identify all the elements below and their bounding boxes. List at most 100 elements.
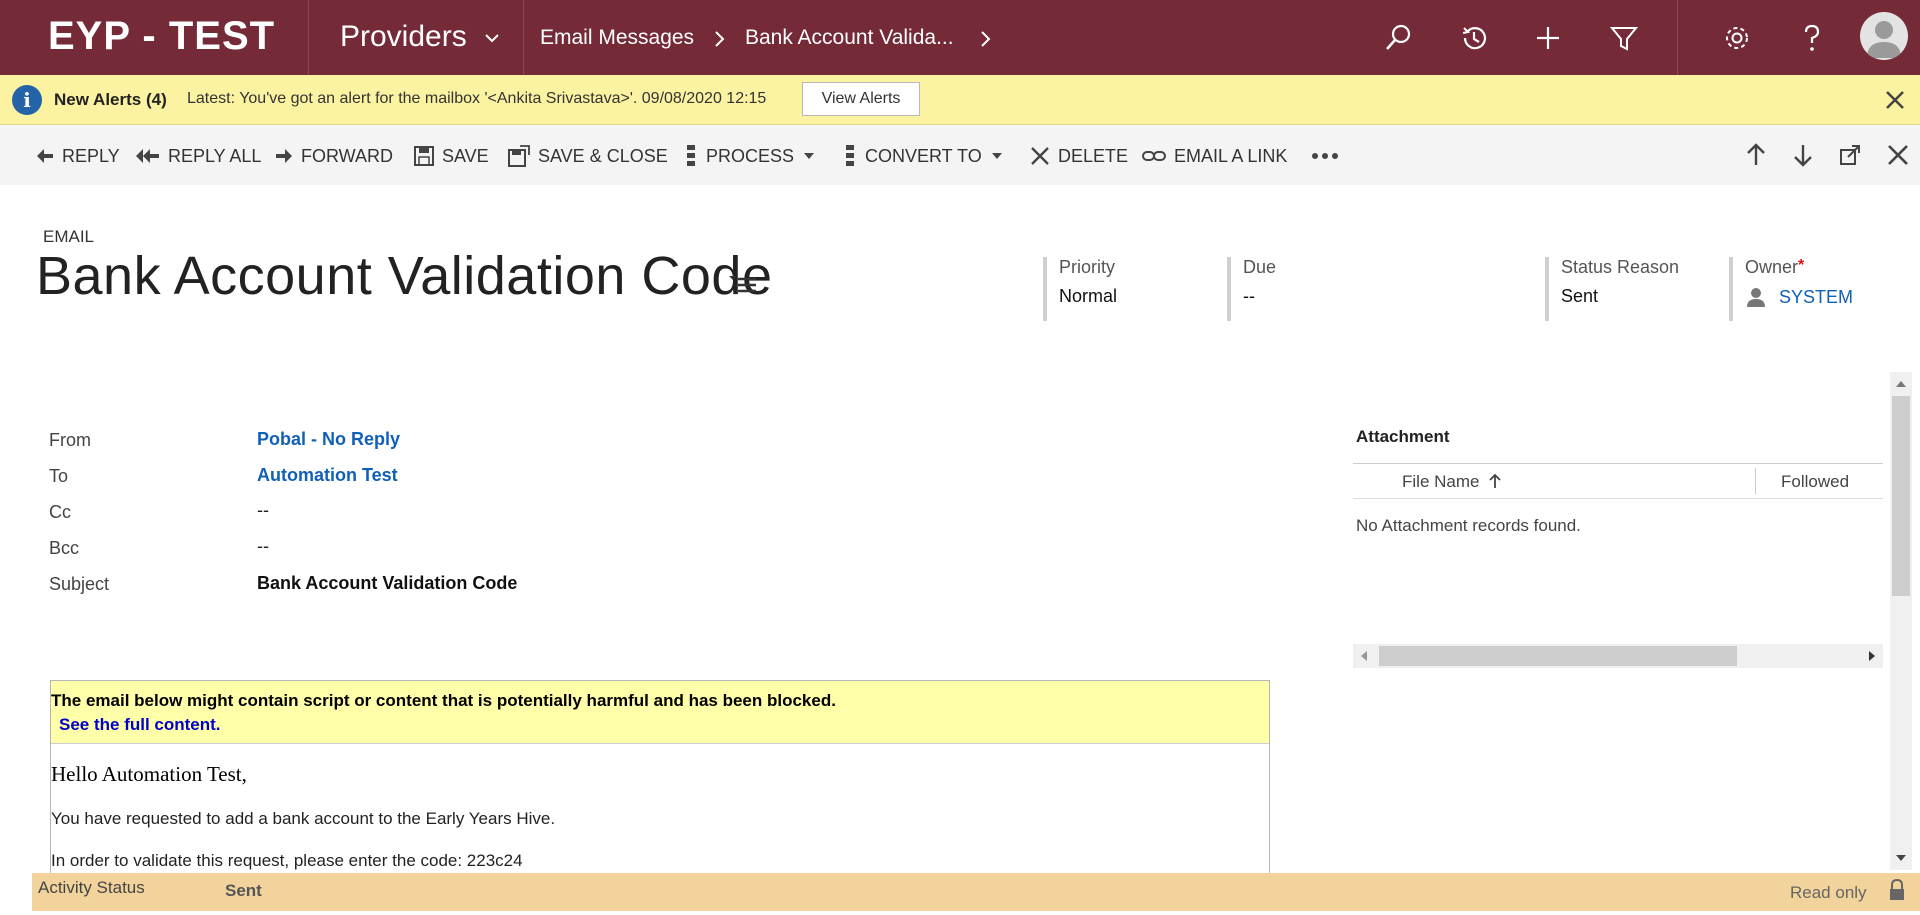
activity-status-value: Sent xyxy=(225,881,262,900)
form-selector-icon[interactable] xyxy=(728,273,758,295)
owner-value[interactable]: SYSTEM xyxy=(1745,286,1853,308)
module-selector[interactable]: Providers xyxy=(340,20,467,54)
close-icon[interactable] xyxy=(1884,141,1912,169)
chevron-down-icon xyxy=(991,153,1002,159)
avatar[interactable] xyxy=(1860,12,1908,60)
reply-label: REPLY xyxy=(62,145,120,166)
priority-field: Priority Normal xyxy=(1043,257,1117,321)
vertical-scrollbar[interactable] xyxy=(1890,372,1912,870)
owner-link[interactable]: SYSTEM xyxy=(1779,287,1853,308)
email-content: Hello Automation Test, You have requeste… xyxy=(51,744,1269,871)
delete-button[interactable]: DELETE xyxy=(1030,143,1128,169)
gear-icon[interactable] xyxy=(1721,22,1753,54)
page-title: Bank Account Validation Code xyxy=(36,246,773,306)
divider xyxy=(1677,0,1678,75)
required-marker: * xyxy=(1798,257,1805,274)
delete-label: DELETE xyxy=(1058,145,1129,166)
breadcrumb-current-record[interactable]: Bank Account Valida... xyxy=(745,26,954,50)
scroll-up-icon[interactable] xyxy=(1890,374,1912,394)
scroll-left-icon[interactable] xyxy=(1357,644,1371,668)
column-header-followed[interactable]: Followed xyxy=(1781,472,1849,492)
attachment-title: Attachment xyxy=(1356,427,1450,446)
scrollbar-thumb[interactable] xyxy=(1379,646,1737,666)
attachment-subgrid: Attachment File Name Followed No Attachm… xyxy=(1353,425,1883,670)
blocked-content-warning: The email below might contain script or … xyxy=(51,681,1269,744)
save-button[interactable]: SAVE xyxy=(414,143,489,169)
arrow-up-icon[interactable] xyxy=(1742,141,1770,169)
bcc-value[interactable]: -- xyxy=(257,536,269,557)
priority-label: Priority xyxy=(1059,257,1116,277)
activity-status-label: Activity Status xyxy=(38,878,145,897)
delete-icon xyxy=(1031,147,1049,165)
cc-value[interactable]: -- xyxy=(257,500,269,521)
forward-button[interactable]: FORWARD xyxy=(275,143,393,169)
help-icon[interactable] xyxy=(1796,22,1828,54)
process-icon xyxy=(687,145,695,166)
lock-icon xyxy=(1890,879,1904,900)
save-close-label: SAVE & CLOSE xyxy=(538,145,668,166)
email-paragraph: In order to validate this request, pleas… xyxy=(51,851,523,870)
reply-button[interactable]: REPLY xyxy=(36,143,120,169)
subject-value[interactable]: Bank Account Validation Code xyxy=(257,573,517,594)
command-bar: REPLY REPLY ALL FORWARD SAVE SAVE & CLOS… xyxy=(0,125,1920,185)
scrollbar-thumb[interactable] xyxy=(1892,396,1910,596)
subject-label: Subject xyxy=(49,574,110,594)
read-only-indicator: Read only xyxy=(1790,883,1867,902)
file-name-label: File Name xyxy=(1402,472,1480,491)
email-paragraph: You have requested to add a bank account… xyxy=(51,809,556,828)
bcc-label: Bcc xyxy=(49,538,80,558)
to-label: To xyxy=(49,466,69,486)
to-value-link[interactable]: Automation Test xyxy=(257,465,398,486)
status-reason-value[interactable]: Sent xyxy=(1561,286,1679,307)
status-reason-label: Status Reason xyxy=(1561,257,1680,277)
convert-icon xyxy=(846,145,854,166)
more-icon xyxy=(1312,153,1338,159)
owner-field: Owner* SYSTEM xyxy=(1729,257,1853,321)
top-nav-bar: EYP - TEST Providers Email Messages Bank… xyxy=(0,0,1920,75)
email-a-link-button[interactable]: EMAIL A LINK xyxy=(1142,143,1287,169)
see-full-content-link[interactable]: See the full content. xyxy=(51,715,1269,735)
due-label: Due xyxy=(1243,257,1277,277)
attachment-grid-header: File Name Followed xyxy=(1353,463,1883,499)
breadcrumb-email-messages[interactable]: Email Messages xyxy=(540,26,694,50)
save-label: SAVE xyxy=(442,145,489,166)
scroll-right-icon[interactable] xyxy=(1865,644,1879,668)
sort-ascending-icon xyxy=(1489,473,1501,488)
owner-label-text: Owner xyxy=(1745,257,1799,277)
history-icon[interactable] xyxy=(1458,22,1490,54)
reply-all-button[interactable]: REPLY ALL xyxy=(136,143,261,169)
from-value-link[interactable]: Pobal - No Reply xyxy=(257,429,400,450)
app-title[interactable]: EYP - TEST xyxy=(48,14,275,59)
due-field: Due -- xyxy=(1227,257,1276,321)
column-header-file-name[interactable]: File Name xyxy=(1402,472,1502,492)
alert-bar: i New Alerts (4) Latest: You've got an a… xyxy=(0,75,1920,125)
chevron-down-icon xyxy=(804,153,815,159)
more-commands-button[interactable] xyxy=(1311,143,1347,169)
reply-all-label: REPLY ALL xyxy=(168,145,262,166)
email-body-frame[interactable]: The email below might contain script or … xyxy=(50,680,1270,880)
due-value[interactable]: -- xyxy=(1243,286,1276,307)
pop-out-icon[interactable] xyxy=(1836,141,1864,169)
filter-icon[interactable] xyxy=(1608,22,1640,54)
priority-value[interactable]: Normal xyxy=(1059,286,1117,307)
alert-message: Latest: You've got an alert for the mail… xyxy=(187,90,767,107)
status-reason-field: Status Reason Sent xyxy=(1545,257,1679,321)
plus-icon[interactable] xyxy=(1532,22,1564,54)
convert-to-button[interactable]: CONVERT TO xyxy=(843,143,1002,169)
chevron-right-icon[interactable] xyxy=(976,28,996,50)
from-label: From xyxy=(49,430,91,450)
user-icon xyxy=(1747,288,1765,307)
horizontal-scrollbar[interactable] xyxy=(1353,644,1883,668)
close-icon[interactable] xyxy=(1882,87,1908,113)
column-divider[interactable] xyxy=(1755,468,1756,494)
divider xyxy=(308,0,309,75)
chevron-down-icon[interactable] xyxy=(482,28,502,48)
process-button[interactable]: PROCESS xyxy=(684,143,815,169)
save-close-button[interactable]: SAVE & CLOSE xyxy=(508,143,668,169)
search-icon[interactable] xyxy=(1382,22,1414,54)
email-greeting: Hello Automation Test, xyxy=(51,762,247,786)
scroll-down-icon[interactable] xyxy=(1890,848,1912,868)
arrow-down-icon[interactable] xyxy=(1789,141,1817,169)
info-icon: i xyxy=(12,85,42,115)
view-alerts-button[interactable]: View Alerts xyxy=(802,82,920,116)
